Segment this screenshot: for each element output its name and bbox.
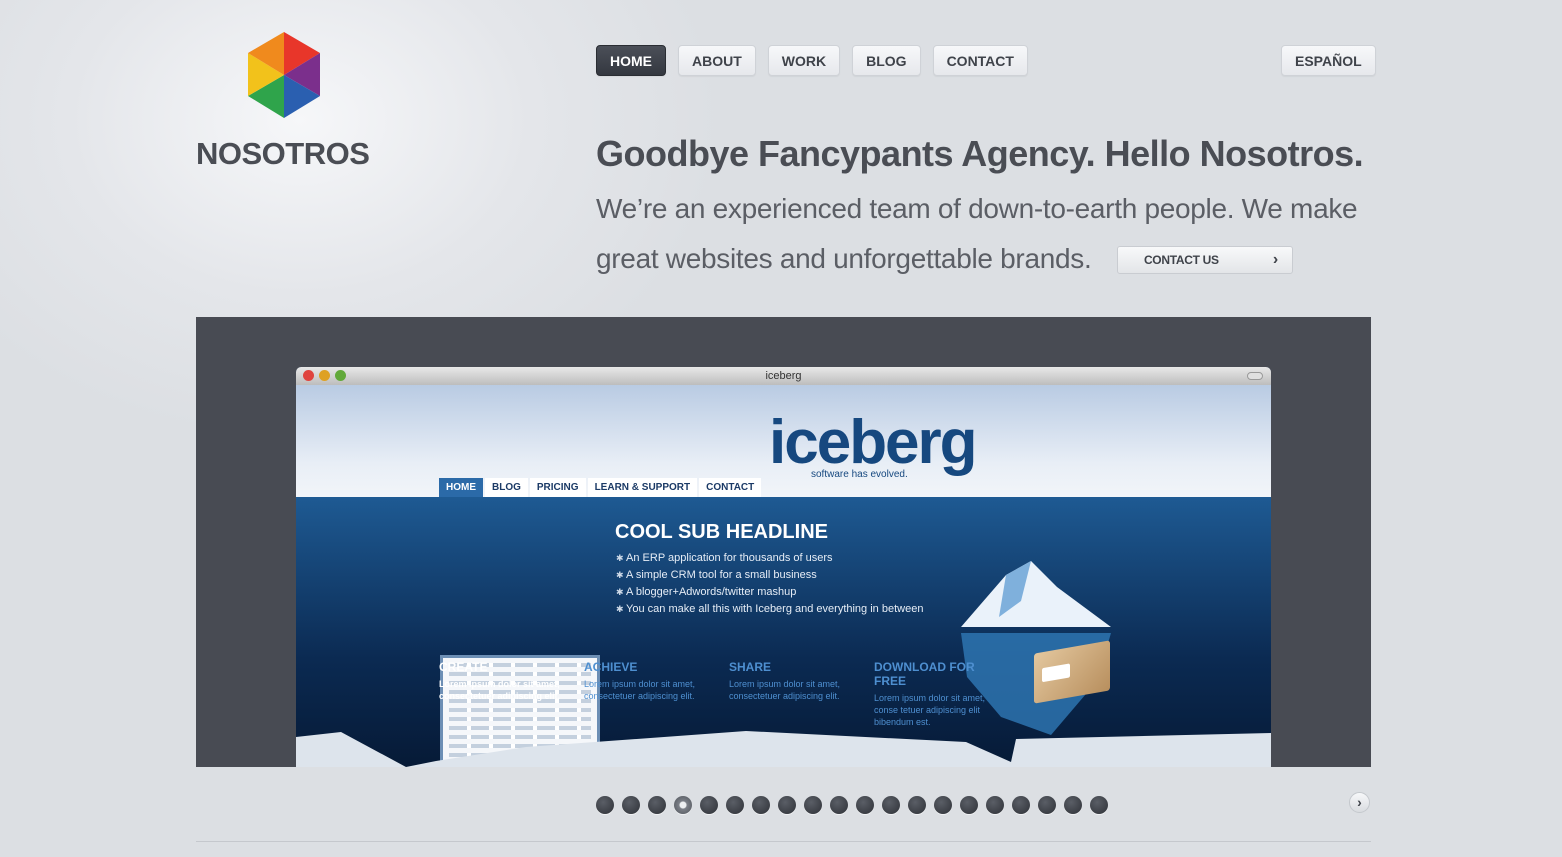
slide-dot[interactable]	[908, 796, 926, 814]
site-nav-item: PRICING	[529, 478, 586, 498]
slide-dot[interactable]	[856, 796, 874, 814]
column-title: DOWNLOAD FOR FREE	[874, 660, 975, 688]
feature-column: SHARE Lorem ipsum dolor sit amet, consec…	[729, 660, 874, 728]
window-title: iceberg	[765, 370, 802, 382]
column-title: ACHIEVE	[584, 660, 638, 674]
slide-dot[interactable]	[1064, 796, 1082, 814]
site-nav-item: LEARN & SUPPORT	[587, 478, 698, 498]
slide-dot[interactable]	[648, 796, 666, 814]
feature-item: You can make all this with Iceberg and e…	[616, 601, 923, 618]
column-title: SHARE	[729, 660, 772, 674]
slide-dot[interactable]	[752, 796, 770, 814]
chevron-right-icon: ›	[1272, 251, 1278, 268]
feature-item: A blogger+Adwords/twitter mashup	[616, 584, 923, 601]
slide-dot[interactable]	[726, 796, 744, 814]
slide-dot[interactable]	[700, 796, 718, 814]
slide-dot[interactable]	[934, 796, 952, 814]
portfolio-slideshow[interactable]: iceberg iceberg software has evolved. HO…	[196, 317, 1371, 767]
main-nav: HOME ABOUT WORK BLOG CONTACT	[596, 45, 1028, 76]
nav-blog[interactable]: BLOG	[852, 45, 921, 76]
site-nav-item: HOME	[439, 478, 483, 498]
slide-dot[interactable]	[622, 796, 640, 814]
slide-dot[interactable]	[1038, 796, 1056, 814]
browser-window-screenshot: iceberg iceberg software has evolved. HO…	[296, 367, 1271, 767]
feature-column: ACHIEVE Lorem ipsum dolor sit amet, cons…	[584, 660, 729, 728]
slide-dot[interactable]	[960, 796, 978, 814]
feature-list: An ERP application for thousands of user…	[616, 550, 923, 618]
slide-dot[interactable]	[778, 796, 796, 814]
slide-dot[interactable]	[596, 796, 614, 814]
slide-dot[interactable]	[830, 796, 848, 814]
slide-dot[interactable]	[1090, 796, 1108, 814]
column-text: Lorem ipsum dolor sit amet, consectetuer…	[584, 679, 696, 701]
feature-column: DOWNLOAD FOR FREE Lorem ipsum dolor sit …	[874, 660, 1019, 728]
window-titlebar: iceberg	[296, 367, 1271, 385]
feature-item: An ERP application for thousands of user…	[616, 550, 923, 567]
nav-about[interactable]: ABOUT	[678, 45, 756, 76]
close-light-icon	[303, 370, 314, 381]
footer-divider	[196, 841, 1371, 842]
minimize-light-icon	[319, 370, 330, 381]
site-nav: HOME BLOG PRICING LEARN & SUPPORT CONTAC…	[439, 478, 762, 498]
nav-contact[interactable]: CONTACT	[932, 45, 1028, 76]
language-button[interactable]: ESPAÑOL	[1281, 45, 1376, 76]
contact-us-label: CONTACT US	[1143, 253, 1219, 267]
column-text: Lorem ipsum dolor sit amet, consectetuer…	[439, 679, 561, 701]
nav-home[interactable]: HOME	[596, 45, 666, 76]
column-text: Lorem ipsum dolor sit amet, conse tetuer…	[874, 693, 986, 727]
hero-intro: We’re an experienced team of down-to-ear…	[596, 184, 1376, 284]
slide-dot[interactable]	[674, 796, 692, 814]
brand-name: NOSOTROS	[196, 136, 370, 171]
site-nav-item: BLOG	[485, 478, 528, 498]
slide-dot[interactable]	[986, 796, 1004, 814]
snow-ground-icon	[296, 731, 1271, 767]
slide-dot[interactable]	[804, 796, 822, 814]
sub-headline: COOL SUB HEADLINE	[615, 521, 828, 543]
feature-column: CREATE Lorem ipsum dolor sit amet, conse…	[439, 660, 584, 728]
column-text: Lorem ipsum dolor sit amet, consectetuer…	[729, 679, 841, 701]
page-headline: Goodbye Fancypants Agency. Hello Nosotro…	[596, 133, 1364, 174]
hexagon-cube-icon	[248, 32, 320, 118]
slide-pagination	[596, 796, 1108, 814]
column-title: CREATE	[439, 660, 488, 674]
nav-work[interactable]: WORK	[767, 45, 841, 76]
site-logo: iceberg	[769, 408, 978, 477]
zoom-light-icon	[335, 370, 346, 381]
site-tagline: software has evolved.	[811, 469, 908, 480]
site-nav-item: CONTACT	[699, 478, 762, 498]
next-slide-button[interactable]: ›	[1349, 792, 1370, 813]
iceberg-tip-icon	[961, 561, 1111, 627]
toolbar-pill-icon	[1247, 372, 1263, 380]
contact-us-button[interactable]: CONTACT US ›	[1116, 246, 1293, 274]
feature-columns: CREATE Lorem ipsum dolor sit amet, conse…	[439, 660, 1019, 728]
slide-dot[interactable]	[1012, 796, 1030, 814]
feature-item: A simple CRM tool for a small business	[616, 567, 923, 584]
slide-dot[interactable]	[882, 796, 900, 814]
